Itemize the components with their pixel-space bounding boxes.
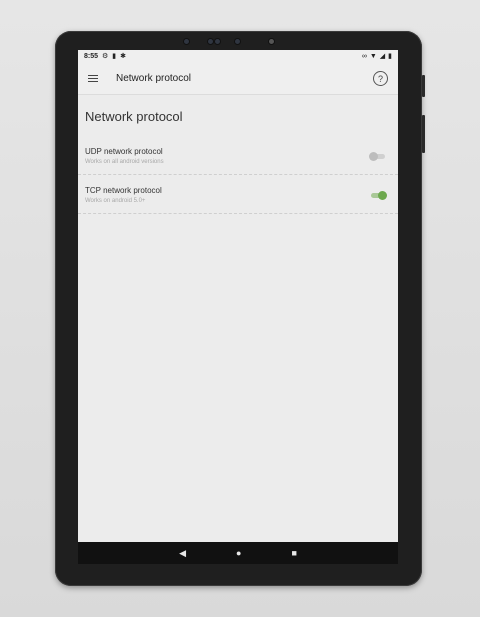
back-icon[interactable]: ◀ [179, 548, 186, 558]
power-button [422, 75, 425, 97]
signal-icon: ◢ [379, 53, 386, 60]
app-bar: Network protocol ? [78, 63, 398, 95]
status-time: 8:55 [84, 53, 99, 60]
light-sensor [269, 39, 274, 44]
help-icon[interactable]: ? [373, 71, 388, 86]
front-camera [184, 39, 189, 44]
camera-sensor [215, 39, 220, 44]
pref-row-tcp[interactable]: TCP network protocol Works on android 5.… [78, 175, 398, 214]
pref-title: TCP network protocol [85, 185, 162, 195]
app-bar-title: Network protocol [116, 73, 192, 84]
hamburger-menu-icon[interactable] [88, 73, 100, 85]
home-icon[interactable]: ● [236, 548, 241, 558]
link-icon: ∞ [361, 53, 367, 60]
udp-toggle-switch[interactable] [369, 151, 386, 161]
pref-text: UDP network protocol Works on all androi… [85, 147, 164, 165]
gear-icon: ⚙ [102, 53, 109, 60]
volume-button [422, 115, 425, 153]
wifi-icon: ▼ [369, 53, 377, 60]
pref-subtitle: Works on android 5.0+ [85, 197, 146, 204]
camera-sensor [208, 39, 213, 44]
sd-card-icon: ▮ [112, 53, 117, 60]
bug-icon: ✱ [120, 53, 127, 60]
pref-subtitle: Works on all android versions [85, 158, 164, 165]
switch-thumb [369, 151, 378, 161]
tcp-toggle-switch[interactable] [370, 190, 387, 200]
recents-icon[interactable]: ■ [291, 548, 296, 558]
pref-row-udp[interactable]: UDP network protocol Works on all androi… [78, 136, 398, 175]
settings-content: Network protocol UDP network protocol Wo… [78, 95, 398, 214]
system-nav-bar: ◀ ● ■ [78, 542, 398, 564]
device-screen: 8:55 ⚙ ▮ ✱ ∞ ▼ ◢ ▮ Network protocol ? Ne… [78, 50, 398, 564]
battery-icon: ▮ [388, 53, 392, 60]
section-title: Network protocol [85, 109, 183, 124]
status-bar: 8:55 ⚙ ▮ ✱ ∞ ▼ ◢ ▮ [78, 50, 398, 63]
pref-title: UDP network protocol [85, 146, 163, 156]
tablet-frame: 8:55 ⚙ ▮ ✱ ∞ ▼ ◢ ▮ Network protocol ? Ne… [55, 31, 425, 586]
camera-sensor [235, 39, 240, 44]
pref-text: TCP network protocol Works on android 5.… [85, 186, 162, 204]
switch-thumb [378, 190, 387, 200]
